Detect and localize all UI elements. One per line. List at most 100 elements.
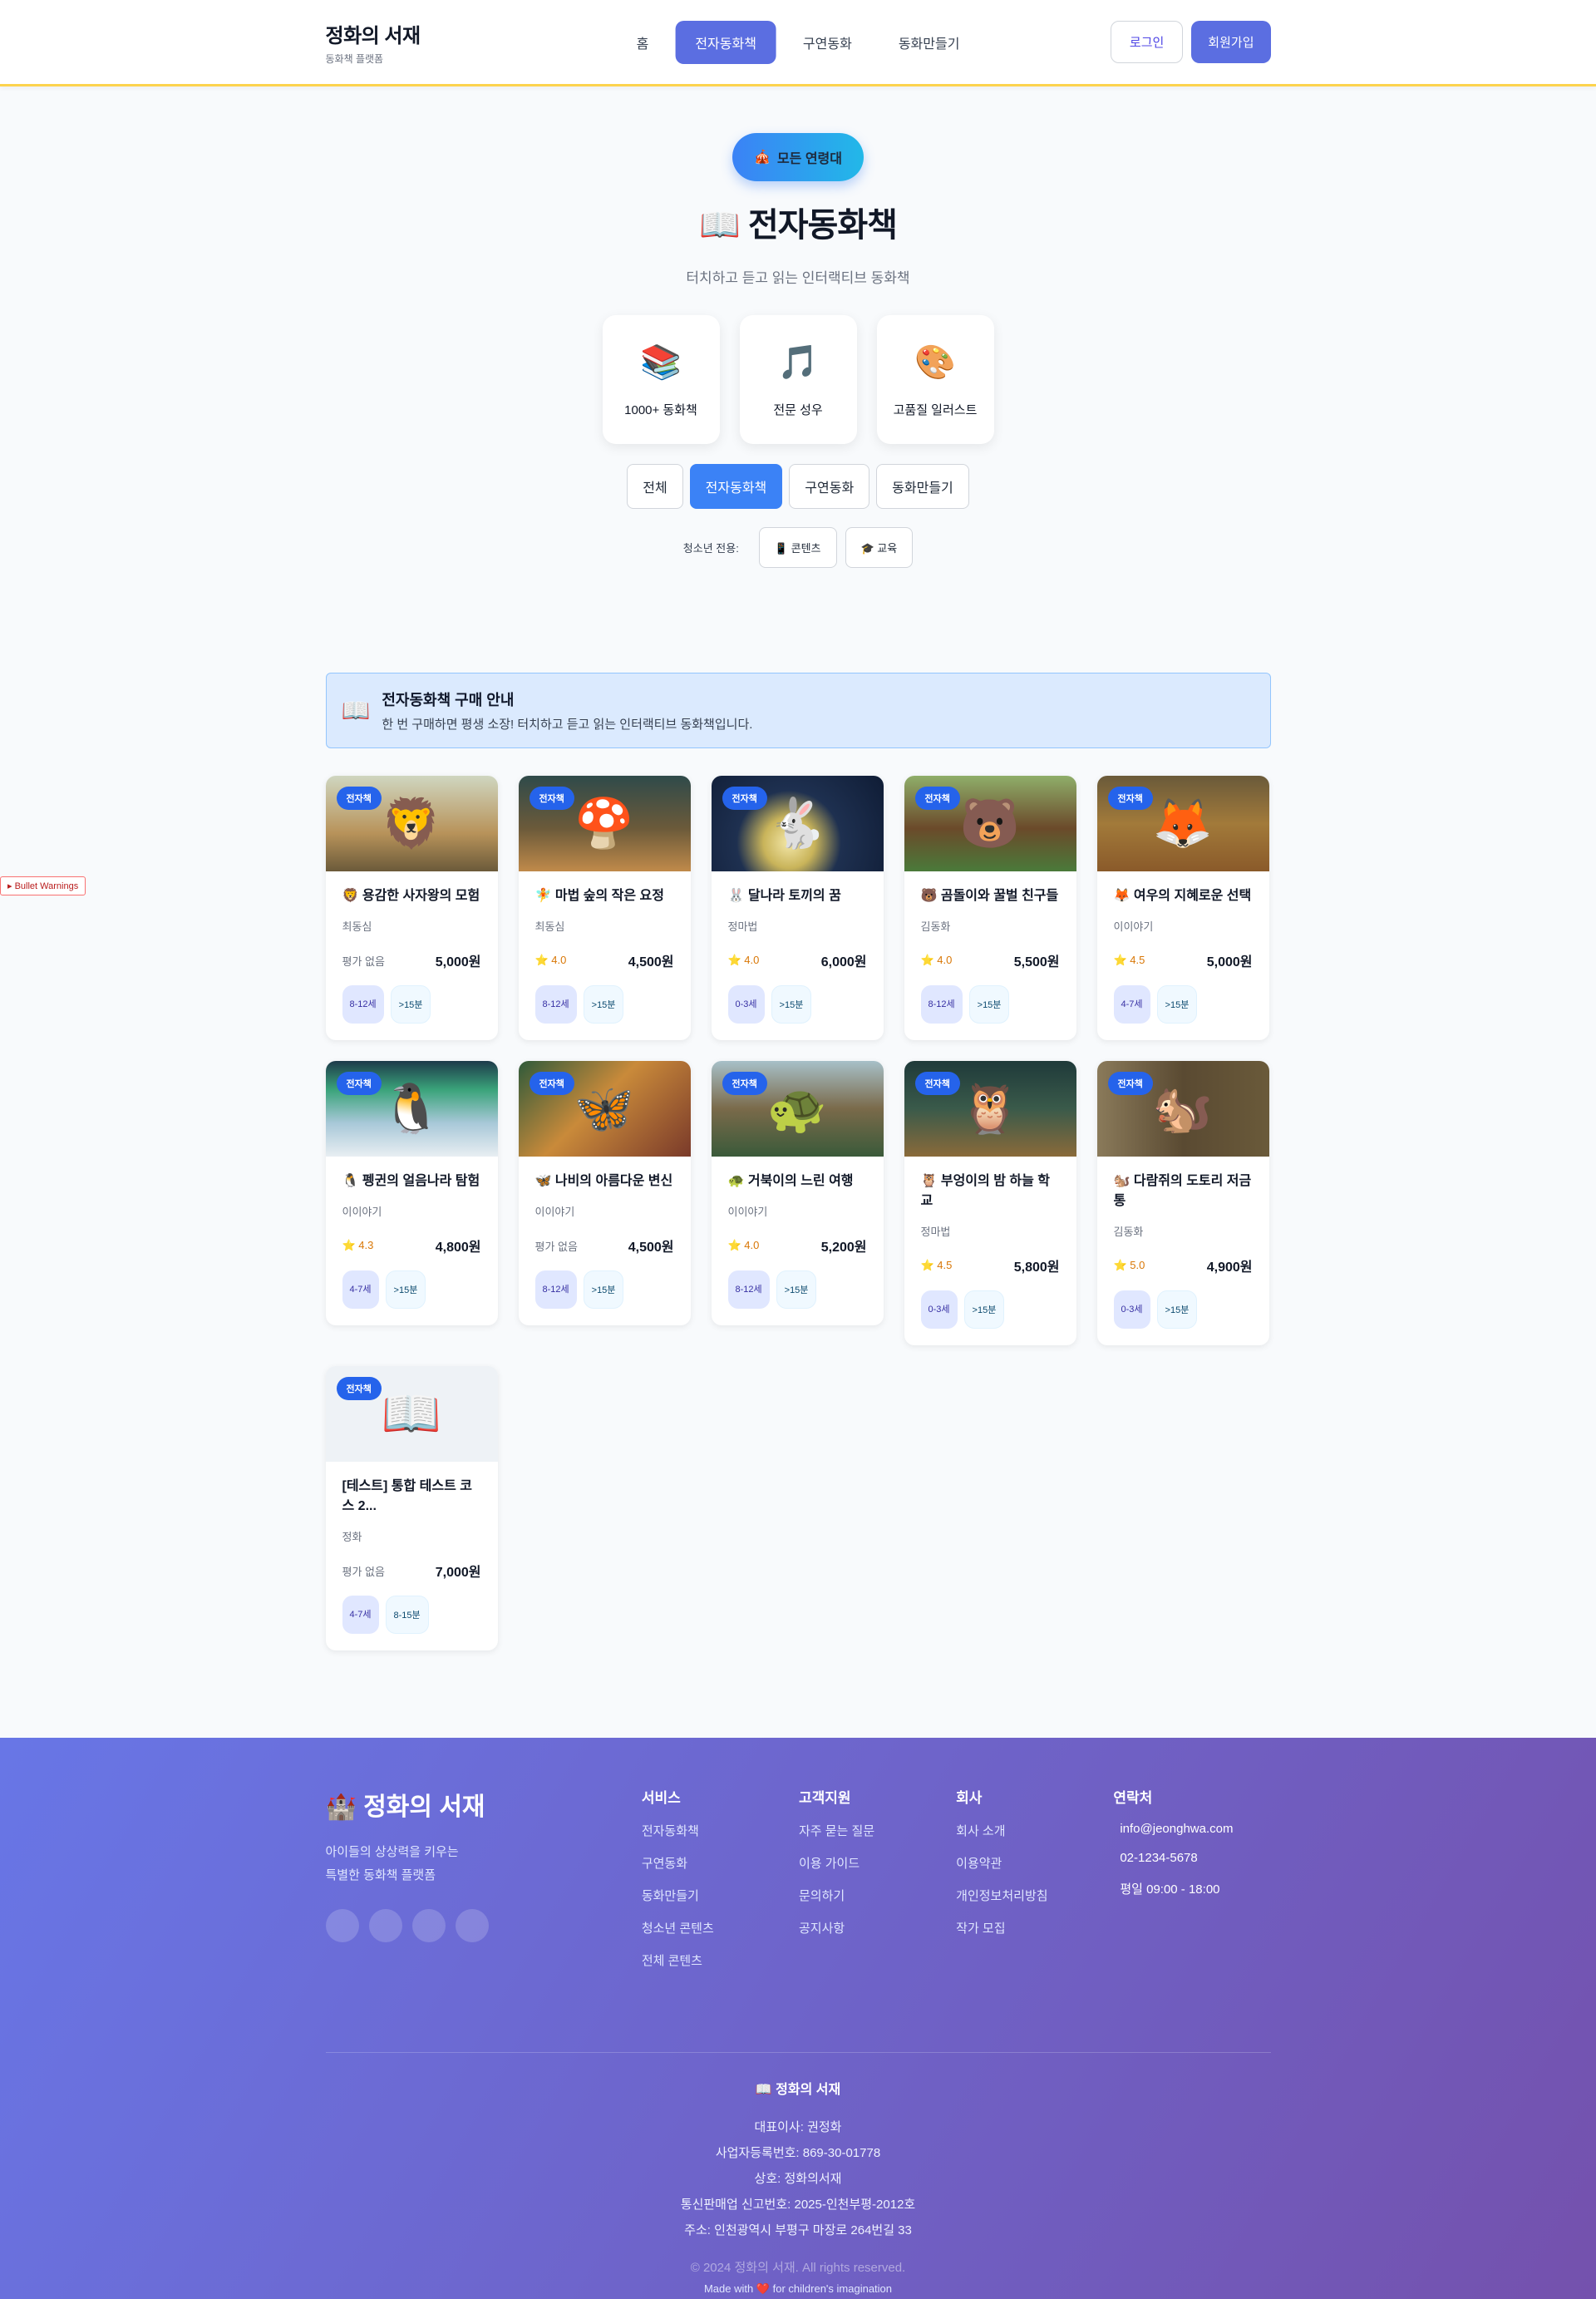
feature-cards: 📚 1000+ 동화책 🎵 전문 성우 🎨 고품질 일러스트 [0, 315, 1596, 444]
book-cover[interactable]: 🐿️ 전자책 [1096, 1061, 1269, 1157]
contact-item: 02-1234-5678 [1120, 1851, 1198, 1865]
brand[interactable]: 정화의 서재 동화책 플랫폼 [326, 19, 421, 66]
signup-button[interactable]: 회원가입 [1191, 21, 1271, 63]
book-cover[interactable]: 🦁 전자책 [325, 776, 498, 871]
card-body: 🦊 여우의 지혜로운 선택 이이야기 ⭐ 4.5 5,000원 4-7세 >15분 [1097, 871, 1269, 1040]
category-tab[interactable]: 동화만들기 [876, 464, 969, 509]
book-card[interactable]: 🦋 전자책 🦋 나비의 아름다운 변신 이이야기 평가 없음 4,500원 8-12세 >15… [518, 1061, 691, 1325]
book-cover[interactable]: 🦋 전자책 [518, 1061, 691, 1157]
cover-illustration: 🦉 [959, 1081, 1021, 1136]
social-icon[interactable] [325, 1909, 359, 1942]
book-card[interactable]: 🍄 전자책 🧚 마법 숲의 작은 요정최동심 ⭐ 4.0 4,500원 8-12세 >15분 [518, 776, 691, 1040]
footer-column-title: 연락처 [1113, 1790, 1153, 1806]
rating-price-row: ⭐ 4.0 4,500원 [535, 950, 674, 970]
nav-link[interactable]: 동화만들기 [879, 21, 980, 64]
footer-link[interactable]: 이용약관 [956, 1854, 1113, 1872]
book-title[interactable]: 🐢 거북이의 느린 여행 [728, 1172, 867, 1191]
footer-link[interactable]: 청소년 콘텐츠 [642, 1919, 799, 1936]
cover-illustration: 🐧 [381, 1081, 442, 1136]
book-cover[interactable]: 🐢 전자책 [711, 1061, 884, 1157]
book-card[interactable]: 🦁 전자책 🦁 용감한 사자왕의 모험 최동심 평가 없음 5,000원 8-12세 >15분 [325, 776, 498, 1040]
book-card[interactable]: 🐻 전자책 🐻 곰돌이와 꿀벌 친구들 김동화 ⭐ 4.0 5,500원 8-12세 >15분 [904, 776, 1076, 1040]
book-card[interactable]: 🐿️ 전자책 🐿️ 다람쥐의 도토리 저금통 김동화 ⭐ 5.0 4,900원 0-3세 >1… [1096, 1061, 1269, 1345]
book-rating: 평가 없음 [342, 955, 385, 968]
notice-description: 한 번 구매하면 평생 소장! 터치하고 듣고 읽는 인터랙티브 동화책입니다. [382, 718, 753, 732]
login-button[interactable]: 로그인 [1110, 21, 1184, 63]
footer-link[interactable]: 작가 모집 [956, 1919, 1113, 1936]
rating-price-row: ⭐ 4.5 5,000원 [1114, 950, 1253, 970]
footer-link[interactable]: 동화만들기 [642, 1887, 799, 1904]
book-title[interactable]: 🐻 곰돌이와 꿀벌 친구들 [921, 886, 1060, 906]
book-author: 최동심 [534, 920, 565, 933]
nav-link[interactable]: 구연동화 [783, 21, 872, 64]
book-card[interactable]: 🐢 전자책 🐢 거북이의 느린 여행 이이야기 ⭐ 4.0 5,200원 8-12세 >15분 [711, 1061, 884, 1325]
book-cover[interactable]: 🍄 전자책 [518, 776, 691, 871]
category-tab[interactable]: 전체 [627, 464, 683, 509]
book-title[interactable]: 🦁 용감한 사자왕의 모험 [342, 886, 481, 906]
footer-link[interactable]: 전체 콘텐츠 [642, 1951, 799, 1969]
book-cover[interactable]: 🐻 전자책 [904, 776, 1076, 871]
teen-chip[interactable]: 🎓 교육 [845, 527, 914, 568]
nav-link[interactable]: 전자동화책 [675, 20, 776, 64]
footer-link[interactable]: 구연동화 [642, 1854, 799, 1872]
social-icon[interactable] [368, 1909, 402, 1942]
book-tags: 4-7세 >15분 [1113, 985, 1253, 1024]
bullet-warnings-toggle[interactable]: ▸ Bullet Warnings [0, 876, 86, 895]
contact-item[interactable]: info@jeonghwa.com [1113, 1822, 1270, 1836]
book-title[interactable]: 🧚 마법 숲의 작은 요정 [535, 886, 674, 906]
category-tab[interactable]: 전자동화책 [689, 464, 783, 509]
footer-link[interactable]: 전자동화책 [642, 1822, 799, 1839]
book-card[interactable]: 📖 전자책 [테스트] 통합 테스트 코스 2... 정화 평가 없음 7,000원 4-7… [325, 1366, 498, 1650]
age-tag: 8-12세 [534, 985, 577, 1024]
book-tags: 8-12세 >15분 [534, 985, 674, 1024]
book-card[interactable]: 🐧 전자책 🐧 펭귄의 얼음나라 탐험 이이야기 ⭐ 4.3 4,800원 4-7세 >15분 [325, 1061, 498, 1325]
cover-illustration: 🐇 [766, 796, 828, 851]
footer-link[interactable]: 자주 묻는 질문 [799, 1822, 956, 1839]
cover-illustration: 🦁 [381, 796, 442, 851]
book-price: 4,500원 [628, 1241, 674, 1255]
footer-link[interactable]: 문의하기 [799, 1887, 956, 1904]
brand-name[interactable]: 정화의 서재 [326, 19, 421, 48]
book-card[interactable]: 🐇 전자책 🐰 달나라 토끼의 꿈 정마법 ⭐ 4.0 6,000원 0-3세 >15분 [711, 776, 884, 1040]
book-title[interactable]: 🦉 부엉이의 밤 하늘 학교 [921, 1172, 1060, 1211]
footer-link[interactable]: 개인정보처리방침 [956, 1887, 1113, 1904]
book-rating: ⭐ 4.0 [727, 954, 760, 966]
ebook-badge: 전자책 [336, 1377, 382, 1400]
teen-chip[interactable]: 📱 콘텐츠 [758, 527, 837, 568]
card-body: 🦋 나비의 아름다운 변신 이이야기 평가 없음 4,500원 8-12세 >15분 [519, 1157, 691, 1325]
book-price: 5,000원 [435, 955, 481, 969]
book-author: 정마법 [920, 1226, 951, 1238]
book-tags: 0-3세 >15분 [920, 1290, 1060, 1329]
book-title[interactable]: 🐧 펭귄의 얼음나라 탐험 [342, 1172, 481, 1191]
duration-tag: >15분 [390, 985, 431, 1024]
book-title[interactable]: 🦋 나비의 아름다운 변신 [535, 1172, 674, 1191]
age-tag: 4-7세 [342, 1270, 379, 1309]
footer-link[interactable]: 이용 가이드 [799, 1854, 956, 1872]
card-body: 🐧 펭귄의 얼음나라 탐험 이이야기 ⭐ 4.3 4,800원 4-7세 >15분 [326, 1157, 498, 1325]
age-filter-pill[interactable]: 🎪 모든 연령대 [732, 133, 864, 181]
nav-link[interactable]: 홈 [617, 21, 669, 64]
ebook-badge: 전자책 [914, 1072, 960, 1095]
book-title[interactable]: [테스트] 통합 테스트 코스 2... [342, 1477, 481, 1517]
book-cover[interactable]: 🐇 전자책 [711, 776, 884, 871]
book-card[interactable]: 🦉 전자책 🦉 부엉이의 밤 하늘 학교 정마법 ⭐ 4.5 5,800원 0-3세 >15분 [904, 1061, 1076, 1345]
footer-brand-name: 🏰 정화의 서재 [325, 1793, 485, 1821]
book-rating: 평가 없음 [534, 1240, 578, 1253]
book-cover[interactable]: 🦊 전자책 [1096, 776, 1269, 871]
book-title[interactable]: 🦊 여우의 지혜로운 선택 [1114, 886, 1253, 906]
social-icon[interactable] [411, 1909, 446, 1942]
copyright: © 2024 정화의 서재. All rights reserved. [690, 2261, 906, 2275]
book-rating: ⭐ 5.0 [1113, 1259, 1145, 1271]
book-cover[interactable]: 🦉 전자책 [904, 1061, 1076, 1157]
books-icon: 📚 [640, 344, 682, 381]
book-card[interactable]: 🦊 전자책 🦊 여우의 지혜로운 선택 이이야기 ⭐ 4.5 5,000원 4-7세 >15분 [1096, 776, 1269, 1040]
social-icon[interactable] [455, 1909, 489, 1942]
book-title[interactable]: 🐿️ 다람쥐의 도토리 저금통 [1114, 1172, 1253, 1211]
footer-link[interactable]: 공지사항 [799, 1919, 956, 1936]
book-title[interactable]: 🐰 달나라 토끼의 꿈 [728, 886, 867, 906]
category-tab[interactable]: 구연동화 [789, 464, 870, 509]
book-cover[interactable]: 📖 전자책 [325, 1366, 498, 1462]
footer-link[interactable]: 회사 소개 [956, 1822, 1113, 1839]
cover-illustration: 🦋 [574, 1081, 635, 1136]
book-cover[interactable]: 🐧 전자책 [325, 1061, 498, 1157]
